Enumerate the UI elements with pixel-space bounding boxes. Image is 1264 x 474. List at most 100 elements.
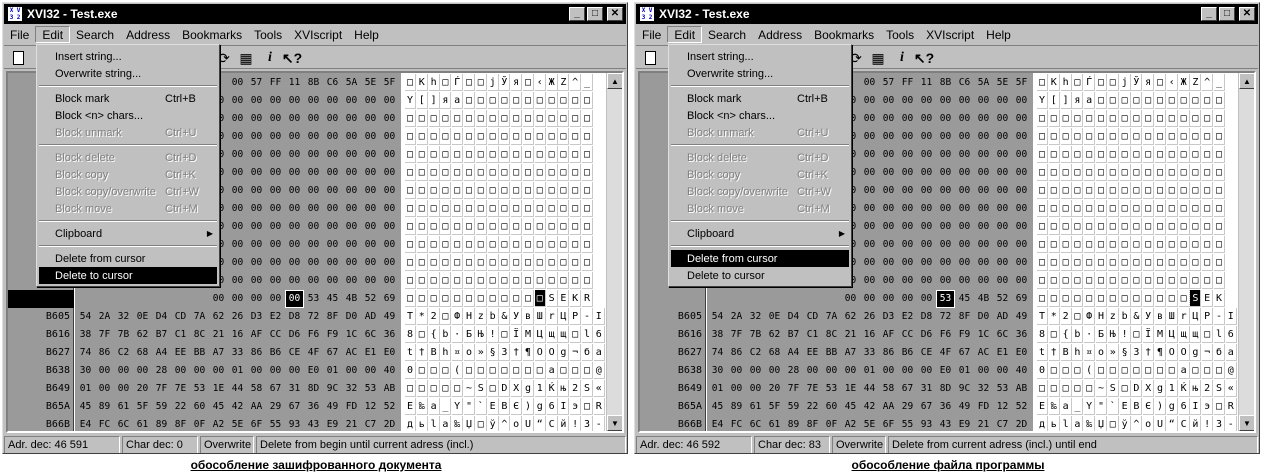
info-icon[interactable]: i [260, 49, 280, 67]
hex-byte[interactable]: 00 [994, 201, 1011, 217]
ascii-char[interactable]: & [1131, 308, 1143, 325]
hex-byte[interactable]: 49 [1013, 309, 1030, 325]
ascii-char[interactable]: l [1214, 326, 1225, 343]
hex-byte[interactable]: 00 [899, 219, 916, 235]
ascii-char[interactable]: * [416, 308, 428, 325]
hex-byte[interactable]: 00 [267, 291, 284, 307]
ascii-char[interactable]: □ [428, 128, 440, 145]
ascii-char[interactable]: □ [1190, 182, 1202, 199]
hex-byte[interactable]: 00 [305, 129, 322, 145]
ascii-char[interactable]: ¤ [452, 344, 464, 361]
hex-byte[interactable]: 67 [324, 345, 341, 361]
hex-byte[interactable]: 00 [229, 147, 246, 163]
ascii-char[interactable]: □ [440, 182, 452, 199]
ascii-char[interactable]: □ [475, 218, 487, 235]
ascii-char[interactable]: □ [1214, 200, 1225, 217]
ascii-char[interactable]: □ [1178, 92, 1190, 109]
ascii-char[interactable]: □ [534, 362, 546, 379]
hex-byte[interactable]: A2 [842, 417, 859, 431]
ascii-char[interactable]: □ [1084, 110, 1096, 127]
hex-byte[interactable]: 00 [918, 201, 935, 217]
ascii-char[interactable]: □ [475, 236, 487, 253]
ascii-char[interactable]: □ [558, 146, 570, 163]
hex-byte[interactable]: E1 [994, 345, 1011, 361]
hex-byte[interactable]: 32 [975, 381, 992, 397]
hex-byte[interactable]: 00 [994, 111, 1011, 127]
ascii-char[interactable]: _ [582, 74, 593, 91]
hex-byte[interactable]: 00 [248, 255, 265, 271]
hex-byte[interactable]: 36 [305, 399, 322, 415]
hex-byte[interactable]: 62 [766, 327, 783, 343]
ascii-char[interactable]: Ў [499, 74, 511, 91]
hex-byte[interactable]: 36 [937, 399, 954, 415]
ascii-char[interactable]: □ [1060, 182, 1072, 199]
hex-byte[interactable]: 00 [248, 129, 265, 145]
menu-item-block-copy[interactable]: Block copy Ctrl+K [671, 166, 849, 183]
hex-byte[interactable]: 53 [191, 381, 208, 397]
ascii-char[interactable]: K [570, 290, 582, 307]
ascii-char[interactable]: □ [1202, 272, 1214, 289]
ascii-char[interactable]: □ [416, 290, 428, 307]
ascii-char[interactable]: I [1190, 398, 1202, 415]
ascii-char[interactable]: & [499, 308, 511, 325]
hex-byte[interactable]: 00 [267, 165, 284, 181]
ascii-char[interactable]: □ [487, 254, 499, 271]
hex-byte[interactable]: 00 [899, 291, 916, 307]
hex-byte[interactable]: 52 [362, 291, 379, 307]
hex-byte[interactable]: E0 [381, 345, 398, 361]
ascii-char[interactable]: □ [1166, 182, 1178, 199]
hex-byte[interactable]: 33 [229, 345, 246, 361]
hex-byte[interactable]: 00 [937, 273, 954, 289]
ascii-char[interactable]: » [1107, 344, 1119, 361]
ascii-char[interactable]: □ [416, 380, 428, 397]
ascii-char[interactable]: z [475, 308, 487, 325]
ascii-char[interactable]: Є [511, 398, 523, 415]
ascii-char[interactable]: □ [1107, 236, 1119, 253]
ascii-char[interactable]: □ [452, 146, 464, 163]
ascii-char[interactable]: □ [1155, 290, 1166, 307]
hex-byte[interactable]: 00 [861, 291, 878, 307]
ascii-char[interactable]: Ї [511, 326, 523, 343]
ascii-char[interactable]: □ [1143, 146, 1155, 163]
hex-byte[interactable]: 00 [880, 147, 897, 163]
hex-byte[interactable]: 00 [381, 219, 398, 235]
ascii-char[interactable]: Ў [1131, 74, 1143, 91]
hex-byte[interactable]: 26 [861, 309, 878, 325]
ascii-char[interactable]: □ [1072, 254, 1084, 271]
hex-byte[interactable]: 00 [918, 363, 935, 379]
ascii-char[interactable]: t [1037, 344, 1048, 361]
ascii-char[interactable]: □ [1214, 218, 1225, 235]
hex-byte[interactable]: 36 [381, 327, 398, 343]
hex-byte[interactable]: 00 [747, 363, 764, 379]
hex-byte[interactable]: 00 [248, 147, 265, 163]
hex-byte[interactable]: 16 [229, 327, 246, 343]
ascii-char[interactable]: □ [428, 182, 440, 199]
ascii-char[interactable]: а [546, 362, 558, 379]
menu-file[interactable]: File [636, 26, 667, 43]
ascii-char[interactable]: “ [1167, 416, 1178, 431]
hex-byte[interactable]: 00 [1013, 165, 1030, 181]
hex-byte[interactable]: 61 [766, 417, 783, 431]
ascii-char[interactable]: ¬ [1202, 344, 1214, 361]
hex-byte[interactable]: 58 [248, 381, 265, 397]
hex-byte[interactable]: 0F [823, 417, 840, 431]
ascii-char[interactable]: □ [1037, 254, 1048, 271]
hex-byte[interactable]: 00 [343, 165, 360, 181]
hex-byte[interactable]: 00 [381, 183, 398, 199]
hex-byte[interactable]: 00 [880, 273, 897, 289]
ascii-char[interactable]: □ [1131, 290, 1143, 307]
ascii-char[interactable]: З [582, 416, 593, 431]
hex-byte[interactable]: 93 [286, 417, 303, 431]
ascii-char[interactable]: □ [558, 164, 570, 181]
ascii-char[interactable]: [ [416, 92, 428, 109]
hex-byte[interactable]: 00 [918, 237, 935, 253]
ascii-char[interactable]: М [1155, 326, 1166, 343]
hex-byte[interactable]: 00 [823, 363, 840, 379]
ascii-char[interactable]: б [1214, 344, 1225, 361]
hex-byte[interactable]: 8D [305, 381, 322, 397]
ascii-char[interactable]: □ [523, 254, 534, 271]
ascii-char[interactable]: □ [1190, 128, 1202, 145]
ascii-char[interactable]: □ [405, 182, 416, 199]
hex-byte[interactable]: 28 [153, 363, 170, 379]
hex-byte[interactable]: B6 [267, 345, 284, 361]
